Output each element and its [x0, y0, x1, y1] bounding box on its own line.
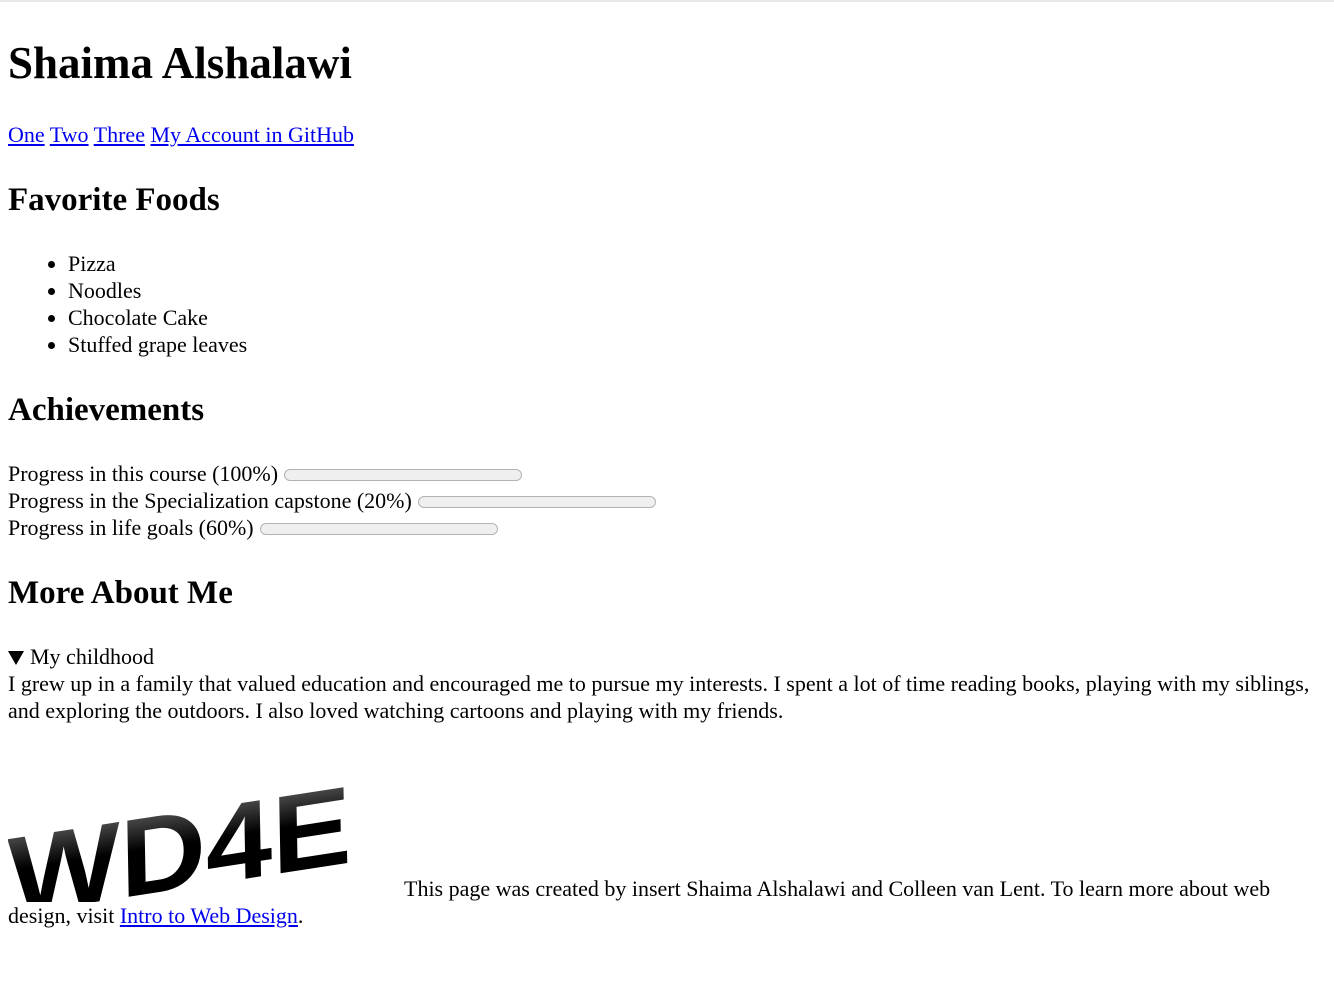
- nav-link-one[interactable]: One: [8, 122, 45, 147]
- list-item: Stuffed grape leaves: [8, 331, 247, 358]
- progress-row-capstone: Progress in the Specialization capstone …: [8, 487, 656, 514]
- footer: WD4E This page was created by insert Sha…: [8, 752, 1313, 929]
- list-item: Pizza: [8, 250, 247, 277]
- page-title: Shaima Alshalawi: [8, 38, 352, 88]
- progress-bar: [284, 468, 523, 481]
- disclosure-triangle-icon: [8, 651, 24, 665]
- nav-link-github[interactable]: My Account in GitHub: [150, 122, 354, 147]
- intro-web-design-link[interactable]: Intro to Web Design: [120, 903, 298, 928]
- progress-label: Progress in this course (100%): [8, 461, 279, 486]
- progress-bar: [417, 495, 656, 508]
- progress-label: Progress in life goals (60%): [8, 515, 254, 540]
- nav-link-two[interactable]: Two: [50, 122, 89, 147]
- progress-label: Progress in the Specialization capstone …: [8, 488, 412, 513]
- progress-row-course: Progress in this course (100%): [8, 460, 523, 487]
- achievements-heading: Achievements: [8, 392, 205, 428]
- nav-bar: One Two Three My Account in GitHub: [8, 121, 354, 148]
- top-border: [0, 0, 1334, 2]
- childhood-details-summary[interactable]: My childhood: [8, 643, 154, 670]
- nav-link-three[interactable]: Three: [94, 122, 145, 147]
- childhood-paragraph: I grew up in a family that valued educat…: [8, 671, 1310, 723]
- details-summary-label: My childhood: [30, 644, 155, 669]
- favorite-foods-heading: Favorite Foods: [8, 182, 220, 218]
- list-item: Chocolate Cake: [8, 304, 247, 331]
- list-item: Noodles: [8, 277, 247, 304]
- footer-period: .: [297, 903, 304, 928]
- progress-row-life-goals: Progress in life goals (60%): [8, 514, 498, 541]
- more-about-me-heading: More About Me: [8, 575, 233, 611]
- wd4e-logo: WD4E: [8, 762, 352, 902]
- logo-text: WD4E: [8, 762, 352, 902]
- favorite-foods-list: Pizza Noodles Chocolate Cake Stuffed gra…: [8, 250, 247, 358]
- progress-bar: [259, 522, 498, 535]
